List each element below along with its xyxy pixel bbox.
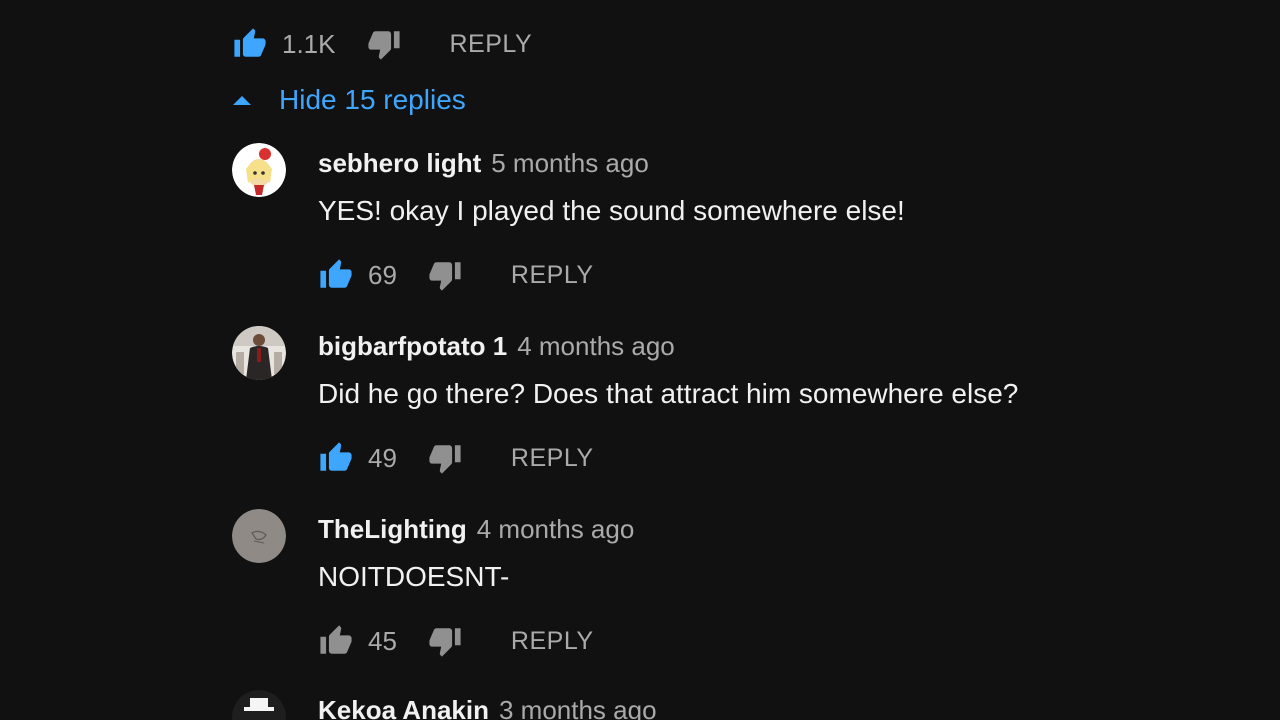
avatar[interactable] [232,690,286,720]
like-button[interactable] [232,26,268,62]
reply-button[interactable]: REPLY [511,261,594,290]
timestamp[interactable]: 5 months ago [491,148,649,179]
thumbs-up-icon [320,259,352,288]
thumbs-up-icon [320,442,352,471]
dislike-button[interactable] [427,623,463,659]
comment-text: YES! okay I played the sound somewhere e… [318,195,905,226]
author-name[interactable]: Kekoa Anakin [318,695,489,720]
reply-actions: 49 REPLY [318,438,594,478]
thumbs-down-icon [367,31,400,60]
comments-panel: 1.1K REPLY Hide 15 replies sebhero light… [0,0,1280,720]
comment-text: NOITDOESNT- [318,561,510,592]
author-name[interactable]: bigbarfpotato 1 [318,331,507,362]
thumbs-down-icon [429,262,461,291]
like-count: 1.1K [282,28,336,59]
parent-comment-actions: 1.1K REPLY [232,24,532,64]
reply-button[interactable]: REPLY [511,444,594,473]
thumbs-down-icon [429,445,461,474]
author-name[interactable]: TheLighting [318,514,467,545]
caret-up-icon [233,95,251,105]
comment-text: Did he go there? Does that attract him s… [318,378,1019,409]
dislike-button[interactable] [427,257,463,293]
reply-actions: 69 REPLY [318,255,594,295]
like-count: 69 [368,259,397,290]
hide-replies-label: Hide 15 replies [279,84,466,115]
like-count: 49 [368,442,397,473]
author-name[interactable]: sebhero light [318,148,481,179]
timestamp[interactable]: 4 months ago [517,331,675,362]
dislike-button[interactable] [366,26,402,62]
reply-button[interactable]: REPLY [511,627,594,656]
reply-actions: 45 REPLY [318,621,594,661]
timestamp[interactable]: 4 months ago [477,514,635,545]
hide-replies-toggle[interactable]: Hide 15 replies [232,80,466,120]
dislike-button[interactable] [427,440,463,476]
photo-avatar-icon [232,326,286,380]
like-count: 45 [368,625,397,656]
thumbs-up-icon [234,28,266,57]
like-button[interactable] [318,623,354,659]
thumbs-down-icon [429,628,461,657]
avatar[interactable] [232,143,286,197]
cartoon-avatar-icon [232,143,286,197]
sketch-avatar-icon [232,509,286,563]
reply-button[interactable]: REPLY [450,30,533,59]
like-button[interactable] [318,257,354,293]
timestamp[interactable]: 3 months ago [499,695,657,720]
hat-avatar-icon [232,690,286,720]
avatar[interactable] [232,326,286,380]
thumbs-up-icon [320,625,352,654]
avatar[interactable] [232,509,286,563]
like-button[interactable] [318,440,354,476]
